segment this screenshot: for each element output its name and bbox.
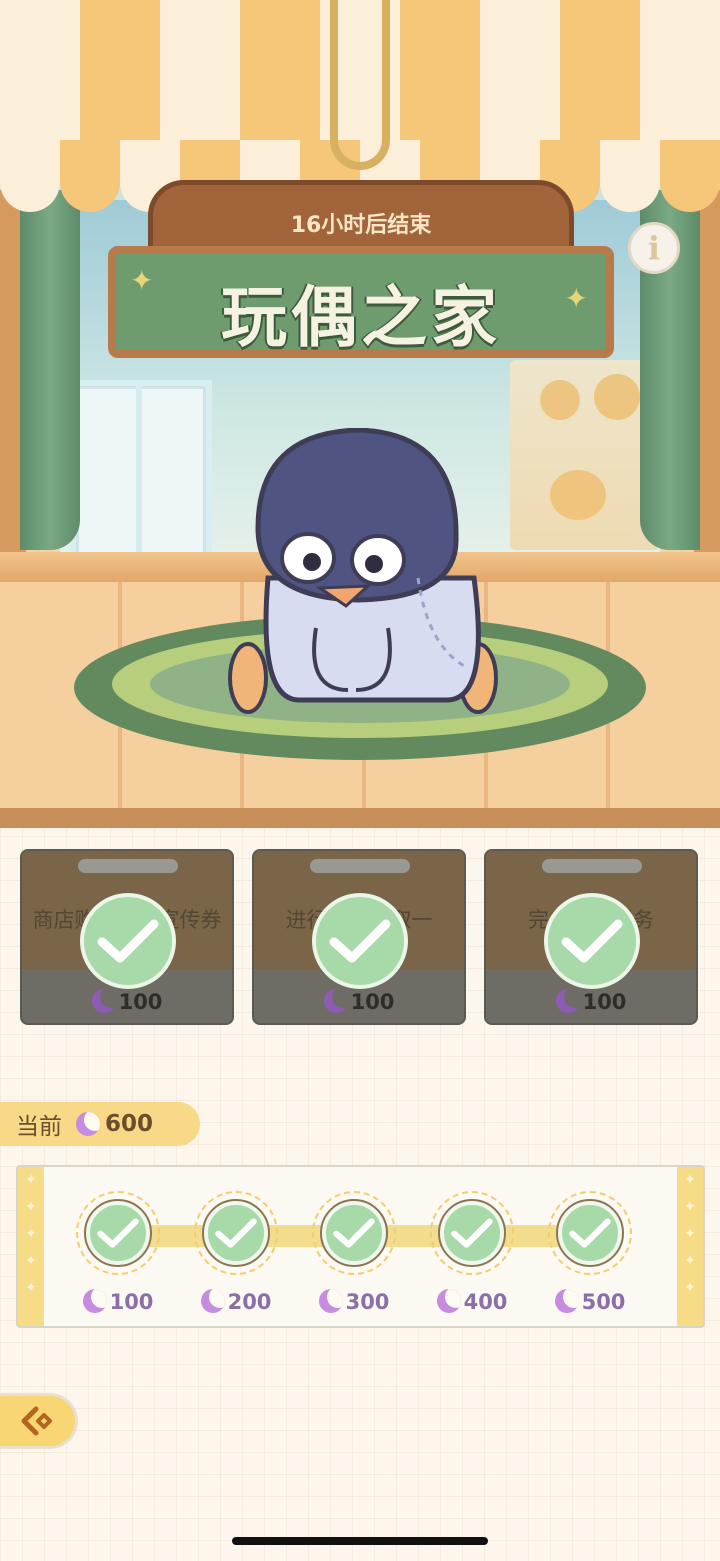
moon-icon xyxy=(200,1289,225,1313)
window xyxy=(70,380,212,562)
curtain-left xyxy=(20,190,80,550)
task-reward: 100 xyxy=(22,989,232,1014)
sign-rope xyxy=(330,0,390,170)
event-title: 玩偶之家 xyxy=(221,279,501,356)
milestone-300[interactable]: 300 xyxy=(308,1187,400,1317)
milestone-500[interactable]: 500 xyxy=(544,1187,636,1317)
moon-icon xyxy=(554,1289,579,1313)
info-button[interactable]: i xyxy=(628,222,680,274)
task-reward: 100 xyxy=(254,989,464,1014)
task-card-1[interactable]: 商店购买高级宣传券 100 xyxy=(20,849,234,1025)
milestone-value: 100 xyxy=(62,1289,174,1314)
back-arrow-icon xyxy=(21,1406,52,1436)
track-cap-right: ✦ ✦ ✦ ✦ ✦ xyxy=(677,1167,703,1326)
event-timer: 16小时后结束 xyxy=(290,213,432,238)
info-icon: i xyxy=(647,229,661,267)
task-reward: 100 xyxy=(486,989,696,1014)
completed-check-icon xyxy=(544,893,640,989)
milestone-track: ✦ ✦ ✦ ✦ ✦ ✦ ✦ ✦ ✦ ✦ 100 200 300 400 500 xyxy=(16,1165,705,1328)
penguin-doll[interactable] xyxy=(228,428,500,718)
milestone-value: 200 xyxy=(180,1289,292,1314)
sparkle-icon: ✦ xyxy=(130,264,154,297)
completed-check-icon xyxy=(80,893,176,989)
task-reward-value: 100 xyxy=(118,990,163,1014)
home-indicator[interactable] xyxy=(232,1537,488,1545)
check-icon xyxy=(440,1201,504,1265)
sign-board: 玩偶之家 ✦ ✦ xyxy=(108,246,614,358)
task-tab xyxy=(542,859,642,873)
check-icon xyxy=(322,1201,386,1265)
task-card-3[interactable]: 完成委托任务 100 xyxy=(484,849,698,1025)
moon-icon xyxy=(91,989,116,1013)
moon-icon xyxy=(436,1289,461,1313)
current-value: 600 xyxy=(105,1111,154,1137)
sign-header: 16小时后结束 xyxy=(148,180,574,252)
moon-icon xyxy=(555,989,580,1013)
task-tab xyxy=(310,859,410,873)
milestone-400[interactable]: 400 xyxy=(426,1187,518,1317)
milestone-100[interactable]: 100 xyxy=(72,1187,164,1317)
task-reward-value: 100 xyxy=(582,990,627,1014)
check-icon xyxy=(204,1201,268,1265)
milestone-value: 300 xyxy=(298,1289,410,1314)
moon-icon xyxy=(323,989,348,1013)
milestone-value: 400 xyxy=(416,1289,528,1314)
toy-shelf xyxy=(510,360,660,550)
moon-icon xyxy=(82,1289,107,1313)
event-sign: 16小时后结束 玩偶之家 ✦ ✦ xyxy=(108,180,614,378)
moon-icon xyxy=(76,1112,100,1136)
current-points-badge: 当前 600 xyxy=(0,1102,200,1146)
milestone-value: 500 xyxy=(534,1289,646,1314)
milestone-200[interactable]: 200 xyxy=(190,1187,282,1317)
floor-edge xyxy=(0,808,720,828)
check-icon xyxy=(86,1201,150,1265)
back-button[interactable] xyxy=(0,1393,78,1449)
task-tab xyxy=(78,859,178,873)
current-label: 当前 xyxy=(16,1114,62,1140)
sparkle-icon: ✦ xyxy=(564,282,588,315)
task-reward-value: 100 xyxy=(350,990,395,1014)
check-icon xyxy=(558,1201,622,1265)
completed-check-icon xyxy=(312,893,408,989)
track-cap-left: ✦ ✦ ✦ ✦ ✦ xyxy=(18,1167,44,1326)
task-card-2[interactable]: 进行替身获取一 100 xyxy=(252,849,466,1025)
moon-icon xyxy=(318,1289,343,1313)
shop-scene: 16小时后结束 玩偶之家 ✦ ✦ i xyxy=(0,0,720,828)
